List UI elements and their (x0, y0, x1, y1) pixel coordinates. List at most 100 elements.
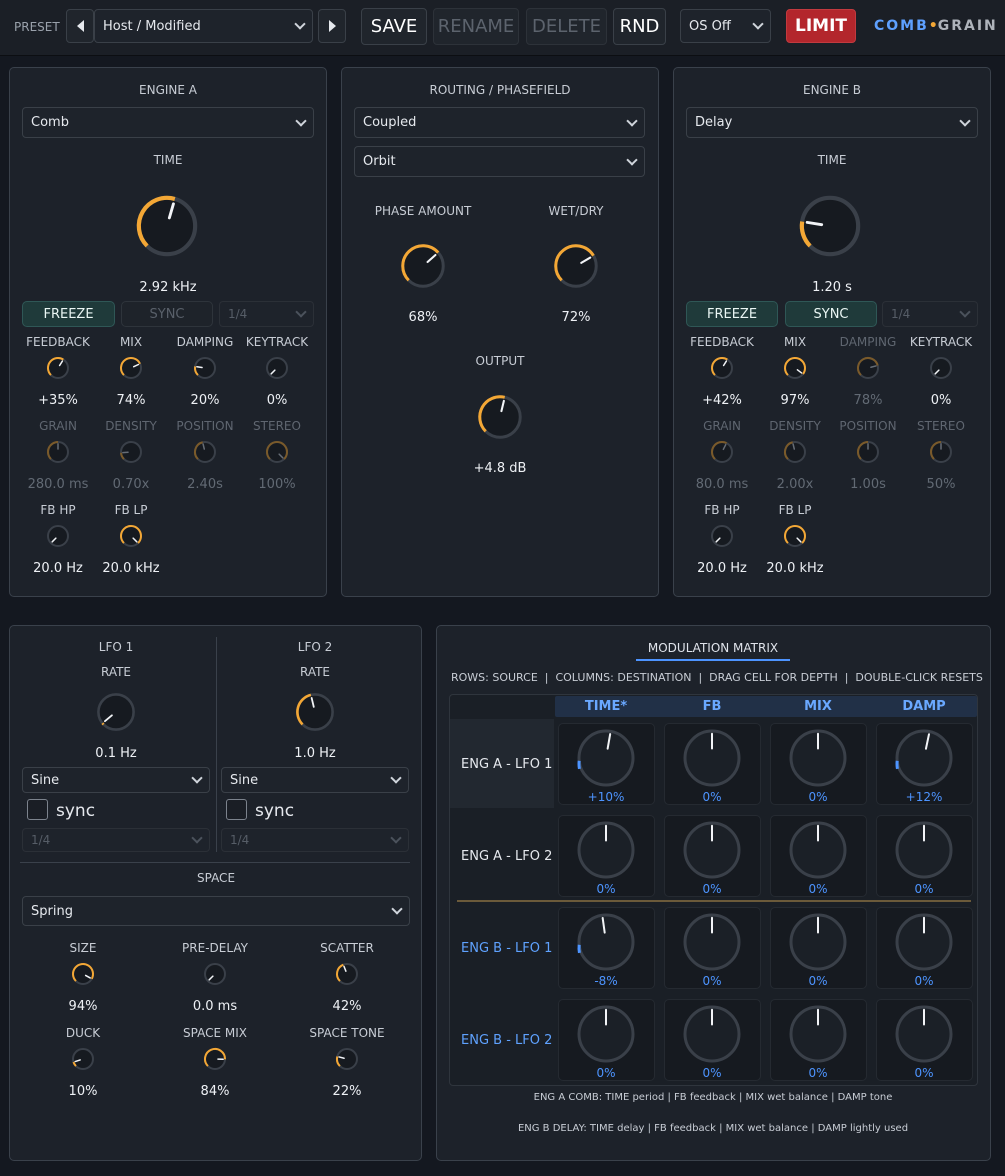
wet-dry-knob[interactable] (553, 243, 599, 289)
feedback-value: +35% (38, 393, 78, 408)
mix-knob[interactable] (783, 356, 807, 380)
fb-lp-knob[interactable] (783, 524, 807, 548)
knob-track (266, 357, 288, 379)
lfo2-division-select[interactable]: 1/4 (221, 828, 409, 852)
matrix-depth-knob[interactable] (576, 728, 636, 788)
prev-preset-button[interactable] (66, 9, 94, 43)
stereo-knob[interactable] (929, 440, 953, 464)
matrix-cell-value: 0% (808, 882, 828, 896)
damping-knob[interactable] (193, 356, 217, 380)
keytrack-knob[interactable] (265, 356, 289, 380)
matrix-depth-knob[interactable] (576, 820, 636, 880)
feedback-knob[interactable] (710, 356, 734, 380)
matrix-depth-knob[interactable] (788, 912, 848, 972)
position-knob[interactable] (856, 440, 880, 464)
lfo2-rate-knob[interactable] (295, 692, 335, 732)
matrix-depth-knob[interactable] (576, 912, 636, 972)
matrix-depth-knob[interactable] (788, 728, 848, 788)
grain-knob[interactable] (46, 440, 70, 464)
mix-knob[interactable] (119, 356, 143, 380)
next-preset-button[interactable] (318, 9, 346, 43)
engine-b-freeze-button[interactable]: FREEZE (686, 301, 778, 327)
engine-a-division-select[interactable]: 1/4 (219, 301, 314, 327)
space-tone-label: SPACE TONE (309, 1026, 385, 1040)
knob-track (336, 1048, 358, 1070)
fb-hp-knob[interactable] (710, 524, 734, 548)
save-button[interactable]: SAVE (361, 8, 427, 45)
scatter-knob[interactable] (335, 962, 359, 986)
fb-hp-value: 20.0 Hz (33, 561, 83, 576)
matrix-depth-knob[interactable] (894, 912, 954, 972)
chevron-down-icon (295, 306, 307, 318)
rename-button[interactable]: RENAME (433, 8, 519, 45)
matrix-depth-knob[interactable] (788, 1004, 848, 1064)
keytrack-knob[interactable] (929, 356, 953, 380)
lfo1-rate-label: RATE (100, 665, 132, 679)
lfo2-shape-value: Sine (230, 772, 259, 788)
engine-b-time-knob[interactable] (798, 194, 862, 258)
matrix-depth-knob[interactable] (682, 912, 742, 972)
engine-a-mode-select[interactable]: Comb (22, 107, 314, 138)
lfo1-shape-select[interactable]: Sine (22, 767, 210, 793)
phasefield-shape-select[interactable]: Orbit (354, 146, 645, 177)
lfo1-division-select[interactable]: 1/4 (22, 828, 210, 852)
fb-hp-value: 20.0 Hz (697, 561, 747, 576)
matrix-depth-knob[interactable] (576, 1004, 636, 1064)
lfo2-rate-label: RATE (299, 665, 331, 679)
engine-a-freeze-button[interactable]: FREEZE (22, 301, 115, 327)
duck-knob[interactable] (71, 1047, 95, 1071)
fb-hp-knob[interactable] (46, 524, 70, 548)
engine-a-time-label: TIME (153, 153, 183, 167)
density-knob[interactable] (119, 440, 143, 464)
matrix-depth-knob[interactable] (682, 728, 742, 788)
engine-a-sync-button[interactable]: SYNC (121, 301, 213, 327)
matrix-depth-knob[interactable] (682, 1004, 742, 1064)
matrix-depth-knob[interactable] (682, 820, 742, 880)
matrix-depth-knob[interactable] (894, 820, 954, 880)
engine-b-sync-button[interactable]: SYNC (785, 301, 877, 327)
engine-b-division-select[interactable]: 1/4 (882, 301, 978, 327)
position-knob[interactable] (193, 440, 217, 464)
routing-mode-select[interactable]: Coupled (354, 107, 645, 138)
fb-lp-value: 20.0 kHz (766, 561, 824, 576)
damping-knob[interactable] (856, 356, 880, 380)
random-button[interactable]: RND (613, 8, 666, 45)
output-knob[interactable] (477, 394, 523, 440)
engine-b-division-value: 1/4 (891, 307, 911, 321)
stereo-label: STEREO (917, 419, 965, 433)
duck-value: 10% (68, 1084, 98, 1099)
preset-select[interactable]: Host / Modified (94, 9, 313, 43)
space-type-select[interactable]: Spring (22, 896, 410, 926)
size-knob[interactable] (71, 962, 95, 986)
lfo1-rate-knob[interactable] (96, 692, 136, 732)
space-mix-knob[interactable] (203, 1047, 227, 1071)
engine-a-time-knob[interactable] (135, 194, 199, 258)
grain-knob[interactable] (710, 440, 734, 464)
lfo1-sync-checkbox[interactable] (27, 799, 48, 820)
matrix-cell-value: 0% (596, 1066, 616, 1080)
phase-amount-knob[interactable] (400, 243, 446, 289)
lfo2-division-value: 1/4 (230, 833, 250, 847)
matrix-depth-knob[interactable] (894, 728, 954, 788)
density-knob[interactable] (783, 440, 807, 464)
engine-b-mode-select[interactable]: Delay (686, 107, 978, 138)
lfo-divider (216, 637, 217, 852)
matrix-depth-knob[interactable] (788, 820, 848, 880)
matrix-knob-track (577, 913, 635, 971)
pre-delay-knob[interactable] (203, 962, 227, 986)
oversampling-select[interactable]: OS Off (680, 9, 771, 43)
limit-button[interactable]: LIMIT (786, 9, 856, 43)
mix-label: MIX (119, 335, 143, 349)
matrix-depth-knob[interactable] (894, 1004, 954, 1064)
lfo2-sync-checkbox[interactable] (226, 799, 247, 820)
feedback-knob[interactable] (46, 356, 70, 380)
size-value: 94% (68, 999, 98, 1014)
fb-lp-knob[interactable] (119, 524, 143, 548)
density-label: DENSITY (105, 419, 157, 433)
stereo-knob[interactable] (265, 440, 289, 464)
knob-track (194, 357, 216, 379)
lfo2-shape-select[interactable]: Sine (221, 767, 409, 793)
chevron-down-icon (752, 18, 764, 30)
delete-button[interactable]: DELETE (526, 8, 607, 45)
space-tone-knob[interactable] (335, 1047, 359, 1071)
